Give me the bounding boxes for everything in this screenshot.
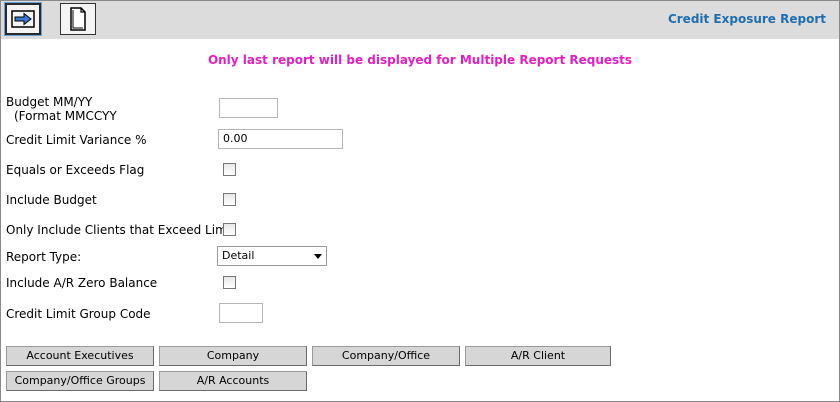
page-title: Credit Exposure Report: [667, 12, 826, 26]
report-type-label: Report Type:: [6, 250, 82, 264]
budget-input[interactable]: [219, 98, 278, 118]
chevron-down-icon: [314, 254, 322, 259]
ar-client-button[interactable]: A/R Client: [465, 346, 611, 366]
budget-format-hint: (Format MMCCYY: [14, 109, 117, 123]
ar-accounts-button[interactable]: A/R Accounts: [159, 371, 307, 391]
notice-message: Only last report will be displayed for M…: [207, 53, 633, 67]
toolbar: Credit Exposure Report: [1, 1, 839, 39]
budget-label: Budget MM/YY: [6, 95, 93, 109]
equals-flag-label: Equals or Exceeds Flag: [6, 163, 145, 177]
group-code-label: Credit Limit Group Code: [6, 307, 151, 321]
group-code-input[interactable]: [219, 303, 263, 323]
company-button[interactable]: Company: [159, 346, 307, 366]
account-executives-button[interactable]: Account Executives: [6, 346, 154, 366]
variance-input[interactable]: 0.00: [218, 129, 343, 149]
report-window: Credit Exposure Report Only last report …: [0, 0, 840, 402]
include-budget-checkbox[interactable]: [223, 193, 236, 206]
report-type-value: Detail: [222, 249, 255, 262]
ar-zero-checkbox[interactable]: [223, 276, 236, 289]
equals-flag-checkbox[interactable]: [223, 163, 236, 176]
exceed-limit-checkbox[interactable]: [223, 223, 236, 236]
exceed-limit-label: Only Include Clients that Exceed Limit: [6, 223, 235, 237]
go-button[interactable]: [4, 2, 42, 36]
company-office-button[interactable]: Company/Office: [312, 346, 460, 366]
new-document-button[interactable]: [60, 3, 96, 35]
document-icon: [70, 7, 86, 31]
report-type-select[interactable]: Detail: [217, 246, 327, 266]
ar-zero-label: Include A/R Zero Balance: [6, 276, 158, 290]
variance-label: Credit Limit Variance %: [6, 133, 147, 147]
include-budget-label: Include Budget: [6, 193, 97, 207]
company-office-groups-button[interactable]: Company/Office Groups: [6, 371, 154, 391]
arrow-right-icon: [11, 10, 35, 28]
